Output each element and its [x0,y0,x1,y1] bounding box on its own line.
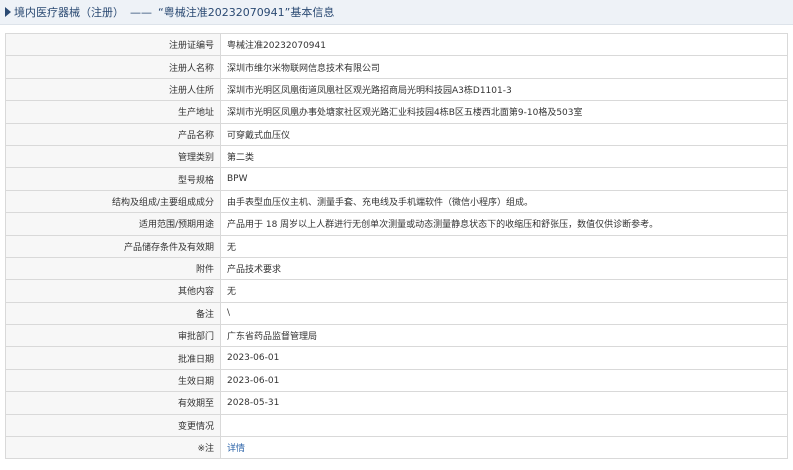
field-value: 深圳市光明区凤凰街道凤凰社区观光路招商局光明科技园A3栋D1101-3 [220,77,788,102]
table-row: 产品名称 可穿戴式血压仪 [5,122,788,146]
table-row: 变更情况 [5,413,788,438]
table-row: 备注 \ [5,301,788,326]
table-row: 型号规格 BPW [5,167,788,191]
breadcrumb-section-link[interactable]: 境内医疗器械（注册） [14,4,124,20]
table-row: 有效期至 2028-05-31 [5,391,788,415]
table-row: 管理类别 第二类 [5,144,788,169]
detail-table-container: 注册证编号 粤械注准20232070941 注册人名称 深圳市维尔米物联网信息技术有限… [5,32,788,460]
field-label: 备注 [5,301,221,326]
field-value: 无 [220,234,788,258]
table-row: 注册人名称 深圳市维尔米物联网信息技术有限公司 [5,55,788,79]
table-row: 生产地址 深圳市光明区凤凰办事处塘家社区观光路汇业科技园4栋B区五楼西北面第9-1… [5,100,788,124]
table-row: 审批部门 广东省药品监督管理局 [5,324,788,348]
field-label: 型号规格 [5,167,221,191]
field-value: 第二类 [220,144,788,169]
footnote-value: 详情 [220,436,788,460]
field-value: 2028-05-31 [220,391,788,415]
field-value: 深圳市光明区凤凰办事处塘家社区观光路汇业科技园4栋B区五楼西北面第9-10格及5… [220,100,788,124]
field-label: 产品储存条件及有效期 [5,234,221,258]
page-title: “粤械注准20232070941”基本信息 [158,6,335,19]
field-value: 2023-06-01 [220,368,788,393]
field-label: 注册证编号 [5,32,221,57]
table-row: 注册证编号 粤械注准20232070941 [5,32,788,57]
field-value: 深圳市维尔米物联网信息技术有限公司 [220,55,788,79]
field-label: 产品名称 [5,122,221,146]
field-label: 生效日期 [5,368,221,393]
field-value: BPW [220,167,788,191]
table-row: 注册人住所 深圳市光明区凤凰街道凤凰社区观光路招商局光明科技园A3栋D1101-3 [5,77,788,102]
field-label: 附件 [5,256,221,281]
field-label: 变更情况 [5,413,221,438]
field-value: 无 [220,279,788,303]
table-row: 批准日期 2023-06-01 [5,346,788,370]
field-label: 适用范围/预期用途 [5,212,221,236]
table-row: 适用范围/预期用途 产品用于 18 周岁以上人群进行无创单次测量或动态测量静息状态… [5,212,788,236]
field-label: 生产地址 [5,100,221,124]
table-row: 产品储存条件及有效期无 [5,234,788,258]
field-value: 粤械注准20232070941 [220,32,788,57]
field-label: 其他内容 [5,279,221,303]
breadcrumb-arrow-icon [5,7,11,17]
table-row-footnote: ※注 详情 [5,436,788,460]
field-label: 注册人名称 [5,55,221,79]
breadcrumb-bar: 境内医疗器械（注册） —— “粤械注准20232070941”基本信息 [0,0,793,25]
breadcrumb-separator: —— [130,5,152,19]
details-link[interactable]: 详情 [227,444,245,454]
field-value [220,413,788,438]
detail-table: 注册证编号 粤械注准20232070941 注册人名称 深圳市维尔米物联网信息技术有限… [5,32,788,460]
field-label: 结构及组成/主要组成成分 [5,189,221,214]
field-value: 2023-06-01 [220,346,788,370]
field-value: \ [220,301,788,326]
footnote-label: ※注 [5,436,221,460]
field-label: 注册人住所 [5,77,221,102]
field-value: 由手表型血压仪主机、测量手套、充电线及手机端软件（微信小程序）组成。 [220,189,788,214]
field-label: 管理类别 [5,144,221,169]
field-label: 审批部门 [5,324,221,348]
table-row: 生效日期 2023-06-01 [5,368,788,393]
table-row: 其他内容无 [5,279,788,303]
field-label: 有效期至 [5,391,221,415]
field-label: 批准日期 [5,346,221,370]
field-value: 产品技术要求 [220,256,788,281]
table-row: 附件 产品技术要求 [5,256,788,281]
table-row: 结构及组成/主要组成成分 由手表型血压仪主机、测量手套、充电线及手机端软件（微信小… [5,189,788,214]
field-value: 广东省药品监督管理局 [220,324,788,348]
field-value: 产品用于 18 周岁以上人群进行无创单次测量或动态测量静息状态下的收缩压和舒张压… [220,212,788,236]
field-value: 可穿戴式血压仪 [220,122,788,146]
